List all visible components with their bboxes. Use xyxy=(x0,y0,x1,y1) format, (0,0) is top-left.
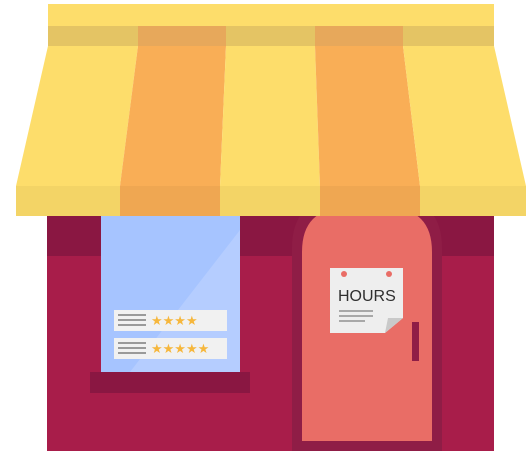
review-card: ★★★★ xyxy=(114,310,227,331)
pin-icon xyxy=(386,271,392,277)
review-card: ★★★★★ xyxy=(114,338,227,359)
awning-stripe xyxy=(315,46,420,186)
awning-stripe xyxy=(403,46,526,186)
door-handle xyxy=(412,322,419,361)
review-stars: ★★★★ xyxy=(151,314,198,329)
awning-top xyxy=(48,4,494,46)
awning xyxy=(16,46,526,186)
review-stars: ★★★★★ xyxy=(151,342,209,357)
pin-icon xyxy=(341,271,347,277)
hours-sign-label: HOURS xyxy=(338,288,396,305)
awning-stripe xyxy=(16,46,138,186)
window-sill xyxy=(90,372,250,393)
awning-stripe xyxy=(120,46,226,186)
shop-window xyxy=(90,214,250,393)
awning-edge xyxy=(16,186,526,216)
storefront-svg: ★★★★ ★★★★★ HOURS xyxy=(16,4,526,451)
awning-stripe xyxy=(220,46,320,186)
storefront-illustration: ★★★★ ★★★★★ HOURS xyxy=(0,0,526,451)
hours-sign: HOURS xyxy=(330,268,403,333)
